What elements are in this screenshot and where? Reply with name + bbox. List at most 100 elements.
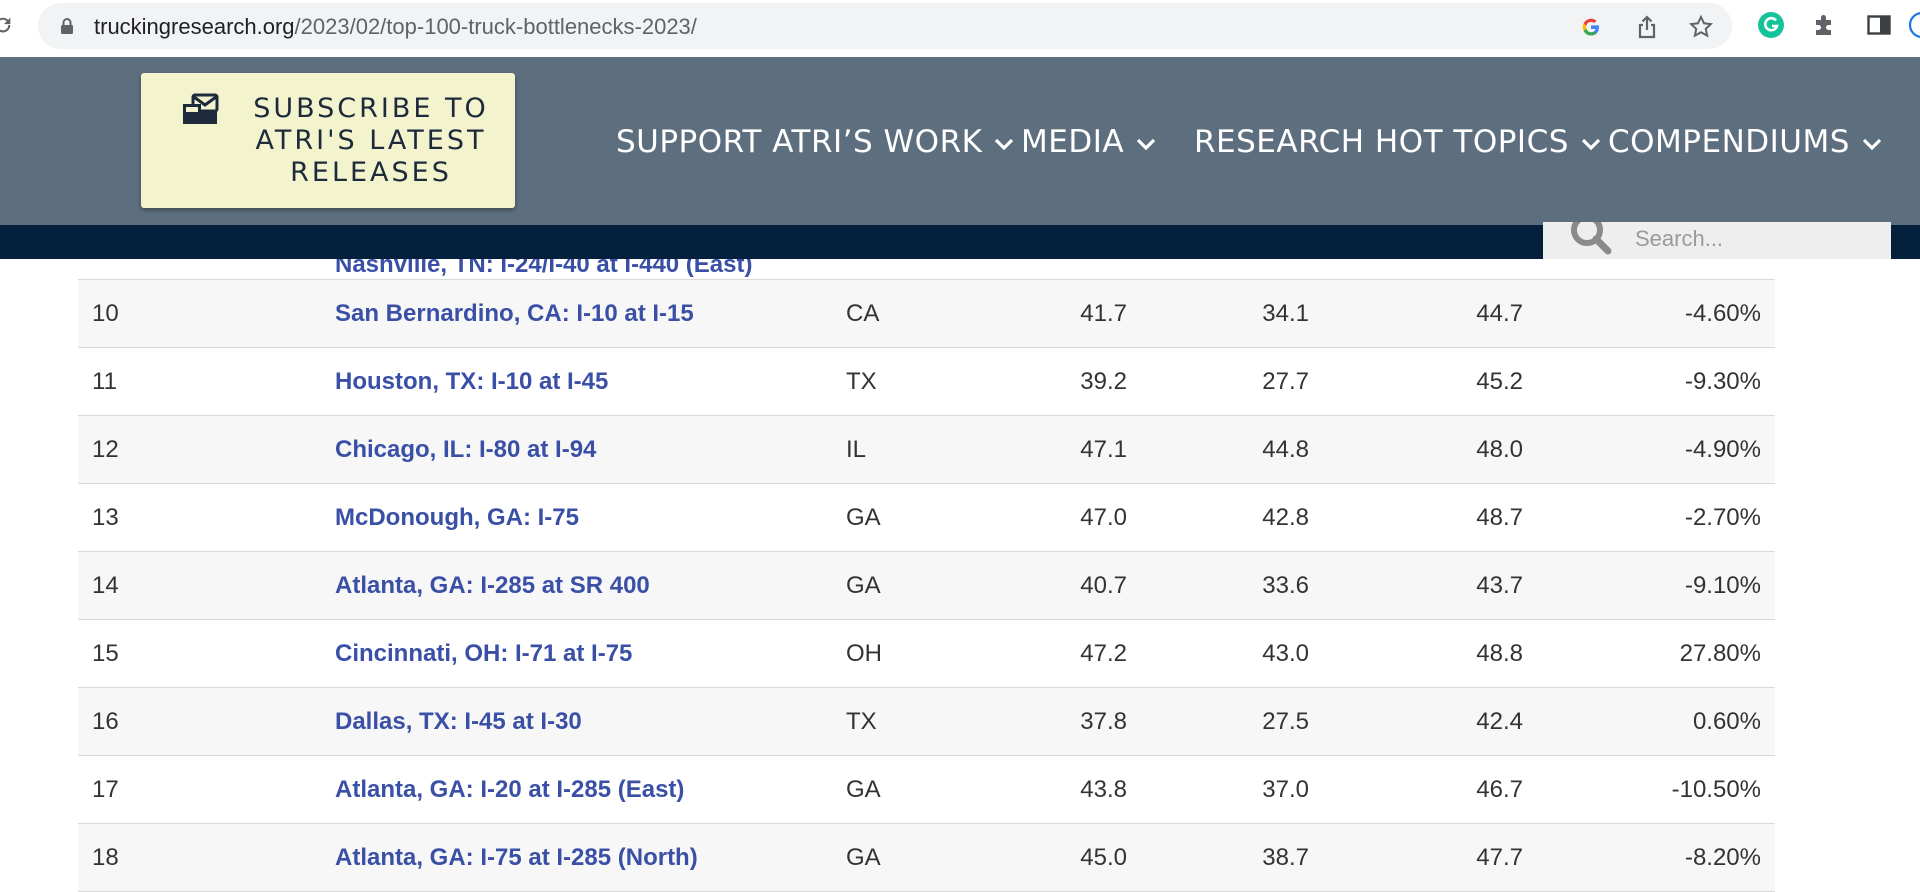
nav-compendiums[interactable]: COMPENDIUMS xyxy=(1608,122,1882,162)
average-speed-cell: 47.2 xyxy=(991,619,1127,688)
state-cell: TX xyxy=(846,347,991,416)
url-text[interactable]: truckingresearch.org/2023/02/top-100-tru… xyxy=(94,15,697,39)
subscribe-button[interactable]: SUBSCRIBE TO ATRI'S LATEST RELEASES xyxy=(141,73,515,208)
peak-speed-cell-text: 37.0 xyxy=(1262,775,1309,803)
peak-speed-cell-text: 38.7 xyxy=(1262,843,1309,871)
bottleneck-table: 9Nashville, TN: I-24/I-40 at I-440 (East… xyxy=(78,235,1775,892)
chevron-down-icon xyxy=(1862,137,1882,151)
rank-cell: 12 xyxy=(78,415,335,484)
nonpeak-speed-cell-text: 42.4 xyxy=(1476,707,1523,735)
location-link[interactable]: Atlanta, GA: I-75 at I-285 (North) xyxy=(335,844,698,871)
peak-speed-cell: 37.0 xyxy=(1127,755,1309,824)
average-speed-cell: 41.7 xyxy=(991,279,1127,348)
extensions-puzzle-icon[interactable] xyxy=(1811,11,1839,39)
state-cell: GA xyxy=(846,551,991,620)
lock-icon[interactable] xyxy=(58,17,76,35)
subscribe-label: SUBSCRIBE TO ATRI'S LATEST RELEASES xyxy=(253,93,489,188)
percent-change-cell: -2.70% xyxy=(1523,483,1775,552)
percent-change-cell-text: 27.80% xyxy=(1679,639,1761,667)
location-link[interactable]: Atlanta, GA: I-285 at SR 400 xyxy=(335,572,650,599)
percent-change-cell-text: 0.60% xyxy=(1692,707,1761,735)
nav-research-hot-topics[interactable]: RESEARCH HOT TOPICS xyxy=(1194,122,1601,162)
nonpeak-speed-cell-text: 46.7 xyxy=(1476,775,1523,803)
average-speed-cell: 47.0 xyxy=(991,483,1127,552)
nav-support-atri-work[interactable]: SUPPORT ATRI’S WORK xyxy=(616,122,1014,162)
search-box[interactable] xyxy=(1543,222,1891,259)
rank-cell: 16 xyxy=(78,687,335,756)
nonpeak-speed-cell: 48.7 xyxy=(1309,483,1523,552)
reload-icon[interactable] xyxy=(0,14,14,36)
nav-label: SUPPORT ATRI’S WORK xyxy=(616,124,983,160)
bookmark-star-icon[interactable] xyxy=(1688,14,1714,40)
peak-speed-cell: 27.7 xyxy=(1127,347,1309,416)
peak-speed-cell: 27.5 xyxy=(1127,687,1309,756)
state-cell: IL xyxy=(846,415,991,484)
average-speed-cell-text: 47.2 xyxy=(1080,639,1127,667)
table-row: 10 San Bernardino, CA: I-10 at I-15 CA 41.7… xyxy=(78,279,1775,348)
rank-cell: 13 xyxy=(78,483,335,552)
google-translate-icon[interactable] xyxy=(1578,14,1604,40)
rank-cell-text: 14 xyxy=(92,571,119,599)
rank-cell: 18 xyxy=(78,823,335,892)
rank-cell-text: 12 xyxy=(92,435,119,463)
peak-speed-cell-text: 34.1 xyxy=(1262,299,1309,327)
state-cell-text: TX xyxy=(846,367,877,395)
state-cell: TX xyxy=(846,687,991,756)
rank-cell-text: 15 xyxy=(92,639,119,667)
average-speed-cell-text: 40.7 xyxy=(1080,571,1127,599)
peak-speed-cell: 44.8 xyxy=(1127,415,1309,484)
location-link[interactable]: Houston, TX: I-10 at I-45 xyxy=(335,368,608,395)
rank-cell-text: 16 xyxy=(92,707,119,735)
percent-change-cell-text: -4.90% xyxy=(1684,435,1761,463)
average-speed-cell-text: 47.1 xyxy=(1080,435,1127,463)
state-cell-text: TX xyxy=(846,707,877,735)
nonpeak-speed-cell-text: 48.7 xyxy=(1476,503,1523,531)
percent-change-cell-text: -2.70% xyxy=(1684,503,1761,531)
rank-cell-text: 18 xyxy=(92,843,119,871)
search-icon[interactable] xyxy=(1565,222,1617,259)
percent-change-cell-text: -9.10% xyxy=(1684,571,1761,599)
peak-speed-cell-text: 44.8 xyxy=(1262,435,1309,463)
location-link[interactable]: Dallas, TX: I-45 at I-30 xyxy=(335,708,582,735)
location-cell: San Bernardino, CA: I-10 at I-15 xyxy=(335,279,846,348)
side-panel-icon[interactable] xyxy=(1865,11,1893,39)
average-speed-cell-text: 47.0 xyxy=(1080,503,1127,531)
nonpeak-speed-cell: 48.8 xyxy=(1309,619,1523,688)
state-cell-text: OH xyxy=(846,639,882,667)
search-input[interactable] xyxy=(1633,222,1877,259)
grammarly-icon[interactable] xyxy=(1757,11,1785,39)
url-host: truckingresearch.org xyxy=(94,14,295,39)
location-link[interactable]: McDonough, GA: I-75 xyxy=(335,504,579,531)
location-link[interactable]: Chicago, IL: I-80 at I-94 xyxy=(335,436,596,463)
address-bar[interactable]: truckingresearch.org/2023/02/top-100-tru… xyxy=(38,3,1732,49)
state-cell: GA xyxy=(846,755,991,824)
peak-speed-cell-text: 27.5 xyxy=(1262,707,1309,735)
percent-change-cell-text: -10.50% xyxy=(1671,775,1761,803)
percent-change-cell: -4.60% xyxy=(1523,279,1775,348)
location-cell: Chicago, IL: I-80 at I-94 xyxy=(335,415,846,484)
percent-change-cell-text: -4.60% xyxy=(1684,299,1761,327)
average-speed-cell-text: 45.0 xyxy=(1080,843,1127,871)
table-row: 11 Houston, TX: I-10 at I-45 TX 39.2 27.7 45.… xyxy=(78,347,1775,416)
rank-cell-text: 13 xyxy=(92,503,119,531)
rank-cell: 14 xyxy=(78,551,335,620)
table-row: 14 Atlanta, GA: I-285 at SR 400 GA 40.7 33.6… xyxy=(78,551,1775,620)
location-link[interactable]: San Bernardino, CA: I-10 at I-15 xyxy=(335,300,694,327)
site-header: SUBSCRIBE TO ATRI'S LATEST RELEASES SUPP… xyxy=(0,57,1920,225)
location-link[interactable]: Cincinnati, OH: I-71 at I-75 xyxy=(335,640,632,667)
nonpeak-speed-cell-text: 44.7 xyxy=(1476,299,1523,327)
peak-speed-cell: 33.6 xyxy=(1127,551,1309,620)
chevron-down-icon xyxy=(994,137,1014,151)
rank-cell: 11 xyxy=(78,347,335,416)
state-cell-text: GA xyxy=(846,775,881,803)
rank-cell-text: 10 xyxy=(92,299,119,327)
location-cell: McDonough, GA: I-75 xyxy=(335,483,846,552)
share-icon[interactable] xyxy=(1634,14,1660,40)
location-link[interactable]: Atlanta, GA: I-20 at I-285 (East) xyxy=(335,776,684,803)
profile-avatar-icon[interactable] xyxy=(1908,11,1920,39)
percent-change-cell: -9.10% xyxy=(1523,551,1775,620)
nav-media[interactable]: MEDIA xyxy=(1021,122,1156,162)
percent-change-cell: 27.80% xyxy=(1523,619,1775,688)
rank-cell: 15 xyxy=(78,619,335,688)
nonpeak-speed-cell-text: 47.7 xyxy=(1476,843,1523,871)
